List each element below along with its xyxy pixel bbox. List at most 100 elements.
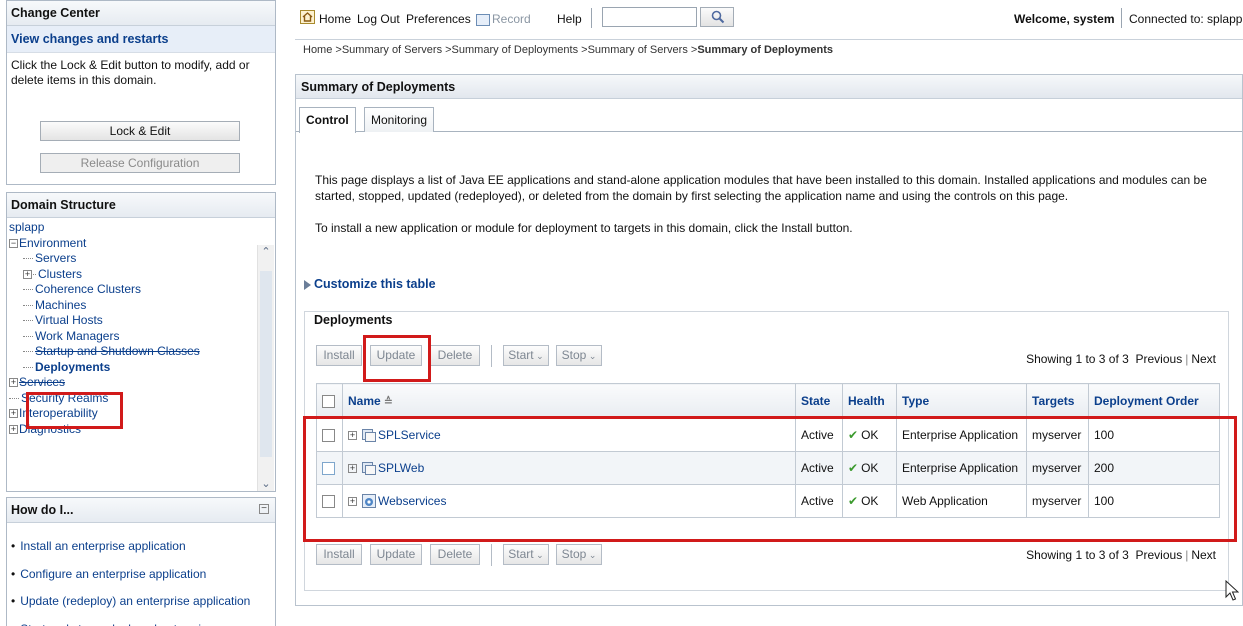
col-type[interactable]: Type xyxy=(896,383,1027,419)
update-button[interactable]: Update xyxy=(370,345,422,366)
scroll-up-icon[interactable]: ⌃ xyxy=(260,245,272,259)
tree-item-coherence-clusters[interactable]: Coherence Clusters xyxy=(9,282,275,298)
update-button[interactable]: Update xyxy=(370,544,422,565)
customize-label: Customize this table xyxy=(314,277,436,291)
stop-dropdown[interactable]: Stop ⌄ xyxy=(556,544,602,565)
col-name[interactable]: Name ≙ xyxy=(342,383,796,419)
expand-icon[interactable]: + xyxy=(9,378,18,388)
next-link[interactable]: Next xyxy=(1191,548,1216,562)
toolbar-divider xyxy=(1121,8,1122,28)
tab-monitoring[interactable]: Monitoring xyxy=(364,107,435,132)
record-link[interactable]: Record xyxy=(476,12,531,26)
previous-link[interactable]: Previous xyxy=(1136,352,1183,366)
next-link[interactable]: Next xyxy=(1191,352,1216,366)
delete-button[interactable]: Delete xyxy=(430,544,480,565)
expand-icon[interactable]: + xyxy=(348,463,357,473)
expand-icon[interactable]: + xyxy=(348,496,357,506)
state-cell[interactable]: Active xyxy=(795,484,843,518)
breadcrumb-current: Summary of Deployments xyxy=(697,44,834,56)
select-all-checkbox[interactable] xyxy=(322,395,335,409)
delete-button[interactable]: Delete xyxy=(430,345,480,366)
howto-link[interactable]: Start and stop a deployed enterprise xyxy=(11,616,275,626)
expand-triangle-icon xyxy=(304,279,311,290)
expand-icon[interactable]: + xyxy=(9,424,18,434)
col-deployment-order[interactable]: Deployment Order xyxy=(1088,383,1220,419)
expand-icon[interactable]: + xyxy=(9,409,18,419)
col-state[interactable]: State xyxy=(795,383,843,419)
description-line: This page displays a list of Java EE app… xyxy=(315,173,1207,187)
lock-edit-button[interactable]: Lock & Edit xyxy=(40,121,240,141)
logout-link[interactable]: Log Out xyxy=(357,12,400,26)
col-health[interactable]: Health xyxy=(842,383,897,419)
tree-label: Coherence Clusters xyxy=(35,282,142,296)
howto-link[interactable]: Configure an enterprise application xyxy=(11,561,275,589)
home-icon[interactable] xyxy=(300,10,315,24)
stop-dropdown[interactable]: Stop ⌄ xyxy=(556,345,602,366)
collapse-icon[interactable]: − xyxy=(259,504,269,514)
view-changes-link[interactable]: View changes and restarts xyxy=(7,26,275,53)
how-do-i-title: How do I... − xyxy=(7,498,275,523)
tree-connector xyxy=(33,273,36,275)
col-targets[interactable]: Targets xyxy=(1026,383,1089,419)
howto-link[interactable]: Install an enterprise application xyxy=(11,533,275,561)
tree-item-deployments[interactable]: Deployments xyxy=(9,360,275,376)
tree-label: Deployments xyxy=(35,359,111,374)
type-cell: Enterprise Application xyxy=(896,418,1027,452)
tree-item-startup-shutdown[interactable]: Startup and Shutdown Classes xyxy=(9,344,275,360)
install-button[interactable]: Install xyxy=(316,345,362,366)
state-cell[interactable]: Active xyxy=(795,451,843,485)
search-input[interactable] xyxy=(602,7,697,27)
previous-link[interactable]: Previous xyxy=(1136,548,1183,562)
search-button[interactable] xyxy=(700,7,734,27)
name-cell: + Webservices xyxy=(342,484,796,518)
order-cell: 200 xyxy=(1088,451,1220,485)
tree-label: Environment xyxy=(19,235,87,250)
expand-icon[interactable]: + xyxy=(348,430,357,440)
tree-item-diagnostics[interactable]: + Diagnostics xyxy=(9,422,275,438)
help-link[interactable]: Help xyxy=(557,12,582,26)
health-label: OK xyxy=(861,428,879,442)
order-cell: 100 xyxy=(1088,418,1220,452)
record-label: Record xyxy=(492,12,531,26)
app-name-link[interactable]: Webservices xyxy=(378,494,446,508)
tree-item-interoperability[interactable]: + Interoperability xyxy=(9,406,275,422)
tree-item-work-managers[interactable]: Work Managers xyxy=(9,329,275,345)
tree-item-environment[interactable]: − Environment xyxy=(9,236,275,252)
state-cell[interactable]: Active xyxy=(795,418,843,452)
preferences-link[interactable]: Preferences xyxy=(406,12,471,26)
sort-icon[interactable]: ≙ xyxy=(384,396,393,408)
type-cell: Web Application xyxy=(896,484,1027,518)
collapse-icon[interactable]: − xyxy=(9,238,18,248)
app-name-link[interactable]: SPLService xyxy=(378,428,441,442)
customize-table-link[interactable]: Customize this table xyxy=(304,277,436,291)
scrollbar-thumb[interactable] xyxy=(260,271,272,457)
tree-connector xyxy=(9,397,19,399)
release-configuration-button[interactable]: Release Configuration xyxy=(40,153,240,173)
tree-item-clusters[interactable]: + Clusters xyxy=(9,267,275,283)
scroll-down-icon[interactable]: ⌄ xyxy=(260,477,272,491)
install-button[interactable]: Install xyxy=(316,544,362,565)
top-toolbar: Home Log Out Preferences Record Help Wel… xyxy=(295,0,1243,40)
row-checkbox[interactable] xyxy=(322,495,335,509)
column-label: Name xyxy=(348,394,381,408)
tree-item-splapp[interactable]: splapp xyxy=(9,220,275,236)
tree-scrollbar[interactable]: ⌃ ⌄ xyxy=(257,245,274,491)
tab-control[interactable]: Control xyxy=(299,107,356,133)
start-dropdown[interactable]: Start ⌄ xyxy=(503,345,549,366)
tree-item-security-realms[interactable]: Security Realms xyxy=(9,391,275,407)
name-cell: + SPLWeb xyxy=(342,451,796,485)
breadcrumb-trail[interactable]: Home >Summary of Servers >Summary of Dep… xyxy=(303,44,697,56)
deployments-title: Deployments xyxy=(314,313,393,327)
tree-item-machines[interactable]: Machines xyxy=(9,298,275,314)
tree-item-servers[interactable]: Servers xyxy=(9,251,275,267)
record-icon xyxy=(476,13,490,26)
home-link[interactable]: Home xyxy=(319,12,351,26)
howto-link[interactable]: Update (redeploy) an enterprise applicat… xyxy=(11,588,275,616)
row-checkbox[interactable] xyxy=(322,429,335,443)
start-dropdown[interactable]: Start ⌄ xyxy=(503,544,549,565)
row-checkbox[interactable] xyxy=(322,462,335,476)
expand-icon[interactable]: + xyxy=(23,269,32,279)
tree-item-services[interactable]: + Services xyxy=(9,375,275,391)
tree-item-virtual-hosts[interactable]: Virtual Hosts xyxy=(9,313,275,329)
app-name-link[interactable]: SPLWeb xyxy=(378,461,424,475)
